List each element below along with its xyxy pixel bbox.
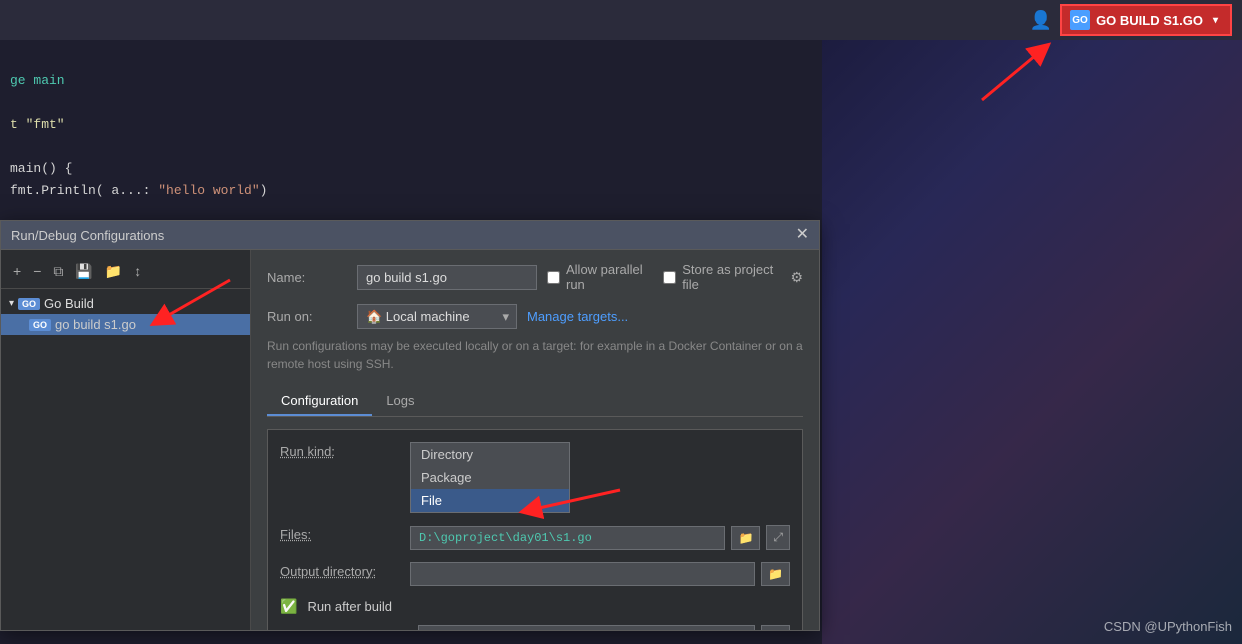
name-input[interactable] bbox=[357, 265, 537, 290]
run-after-build-label: Run after build bbox=[307, 599, 392, 614]
output-dir-row: Output directory: 📁 bbox=[280, 562, 790, 586]
go-build-s1-badge: GO bbox=[29, 319, 51, 331]
left-panel-toolbar: + − ⧉ 💾 📁 ↕ bbox=[1, 258, 250, 289]
files-row: Files: 📁 ⤢ bbox=[280, 525, 790, 550]
allow-parallel-checkbox[interactable] bbox=[547, 271, 560, 284]
code-line-6: fmt.Println( a...: "hello world") bbox=[10, 180, 267, 202]
run-config-button[interactable]: GO GO BUILD S1.GO ▾ bbox=[1060, 4, 1232, 36]
anime-background bbox=[822, 0, 1242, 644]
tree-arrow-go-build: ▾ bbox=[9, 298, 14, 309]
files-input[interactable] bbox=[410, 526, 725, 550]
top-bar: 👤 GO GO BUILD S1.GO ▾ bbox=[0, 0, 1242, 40]
store-project-checkbox[interactable] bbox=[663, 271, 676, 284]
watermark: CSDN @UPythonFish bbox=[1104, 619, 1232, 634]
output-dir-label: Output directory: bbox=[280, 562, 400, 579]
files-expand-button[interactable]: ⤢ bbox=[766, 525, 790, 550]
run-kind-row: Run kind: Directory Package File bbox=[280, 442, 790, 513]
output-dir-input[interactable] bbox=[410, 562, 755, 586]
code-editor: ge main t "fmt" main() { fmt.Println( a.… bbox=[10, 70, 267, 202]
folder-config-button[interactable]: 📁 bbox=[101, 262, 126, 280]
files-label: Files: bbox=[280, 525, 400, 542]
redirect-browse-button[interactable]: 📁 bbox=[761, 625, 790, 630]
files-browse-button[interactable]: 📁 bbox=[731, 526, 760, 550]
tree-item-label: go build s1.go bbox=[55, 317, 136, 332]
right-panel: Name: Allow parallel run Store as projec… bbox=[251, 250, 819, 630]
store-project-label[interactable]: Store as project file bbox=[663, 262, 780, 292]
tree-section: ▾ GO Go Build GO go build s1.go bbox=[1, 289, 250, 339]
run-config-label: GO BUILD S1.GO bbox=[1096, 13, 1203, 28]
code-line-4 bbox=[10, 136, 267, 158]
run-on-row: Run on: 🏠 Local machine Manage targets..… bbox=[267, 304, 803, 329]
dialog-close-button[interactable]: ✕ bbox=[796, 227, 809, 243]
code-line-2 bbox=[10, 92, 267, 114]
remove-config-button[interactable]: − bbox=[29, 262, 45, 280]
tabs-row: Configuration Logs bbox=[267, 387, 803, 417]
go-build-badge: GO bbox=[18, 298, 40, 310]
redirect-input-row: Redirect input from: 📁 bbox=[280, 625, 790, 630]
copy-config-button[interactable]: ⧉ bbox=[49, 262, 67, 280]
tree-category-go-build[interactable]: ▾ GO Go Build bbox=[1, 293, 250, 314]
output-row: 📁 bbox=[410, 562, 790, 586]
code-line-3: t "fmt" bbox=[10, 114, 267, 136]
manage-targets-link[interactable]: Manage targets... bbox=[527, 309, 628, 324]
output-browse-button[interactable]: 📁 bbox=[761, 562, 790, 586]
gear-icon[interactable]: ⚙ bbox=[790, 269, 803, 286]
tree-item-go-build-s1[interactable]: GO go build s1.go bbox=[1, 314, 250, 335]
sort-config-button[interactable]: ↕ bbox=[130, 262, 145, 280]
code-line-1: ge main bbox=[10, 70, 267, 92]
file-row: 📁 ⤢ bbox=[410, 525, 790, 550]
run-debug-dialog: Run/Debug Configurations ✕ + − ⧉ 💾 📁 ↕ ▾… bbox=[0, 220, 820, 631]
run-on-label: Run on: bbox=[267, 309, 347, 324]
user-icon[interactable]: 👤 bbox=[1030, 10, 1052, 31]
run-kind-label: Run kind: bbox=[280, 442, 400, 459]
redirect-input-label: Redirect input from: bbox=[299, 629, 412, 631]
hint-text: Run configurations may be executed local… bbox=[267, 337, 803, 373]
tab-logs[interactable]: Logs bbox=[372, 387, 428, 416]
dialog-title: Run/Debug Configurations bbox=[11, 228, 164, 243]
name-row: Name: Allow parallel run Store as projec… bbox=[267, 262, 803, 292]
run-kind-dropdown: Directory Package File bbox=[410, 442, 570, 513]
tab-configuration[interactable]: Configuration bbox=[267, 387, 372, 416]
code-line-5: main() { bbox=[10, 158, 267, 180]
run-after-build-checkmark: ✅ bbox=[280, 598, 297, 615]
run-kind-option-file[interactable]: File bbox=[411, 489, 569, 512]
run-on-select[interactable]: 🏠 Local machine bbox=[357, 304, 517, 329]
dialog-title-bar: Run/Debug Configurations ✕ bbox=[1, 221, 819, 250]
dialog-body: + − ⧉ 💾 📁 ↕ ▾ GO Go Build GO go build s1… bbox=[1, 250, 819, 630]
save-config-button[interactable]: 💾 bbox=[71, 262, 96, 280]
run-kind-options: Directory Package File bbox=[410, 442, 570, 513]
left-panel: + − ⧉ 💾 📁 ↕ ▾ GO Go Build GO go build s1… bbox=[1, 250, 251, 630]
redirect-input-field[interactable] bbox=[418, 625, 755, 630]
run-kind-option-package[interactable]: Package bbox=[411, 466, 569, 489]
run-config-dropdown-arrow: ▾ bbox=[1213, 15, 1218, 26]
run-on-select-wrapper[interactable]: 🏠 Local machine bbox=[357, 304, 517, 329]
tree-category-label: Go Build bbox=[44, 296, 94, 311]
run-kind-option-directory[interactable]: Directory bbox=[411, 443, 569, 466]
go-build-icon: GO bbox=[1070, 10, 1090, 30]
config-area: Run kind: Directory Package File Files: bbox=[267, 429, 803, 630]
run-after-build-row: ✅ Run after build bbox=[280, 598, 790, 615]
allow-parallel-label[interactable]: Allow parallel run bbox=[547, 262, 653, 292]
name-label: Name: bbox=[267, 270, 347, 285]
add-config-button[interactable]: + bbox=[9, 262, 25, 280]
